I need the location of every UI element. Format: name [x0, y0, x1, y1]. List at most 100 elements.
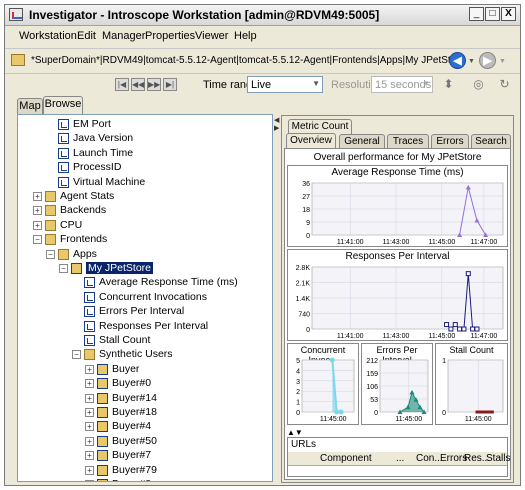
expand-icon[interactable]: + — [85, 408, 94, 417]
resolution-select[interactable]: 15 seconds ▼ — [371, 76, 433, 93]
responses-plot: 2.8K 2.1K 1.4K 740 0 11:41:00 11:43:00 11:45:00… — [296, 265, 504, 340]
urls-label: URLs — [291, 439, 317, 450]
y-tick-label: 106 — [366, 384, 378, 391]
x-tick-label: 11:45:00 — [320, 416, 347, 423]
tree-item-label: My JPetStore — [86, 262, 154, 274]
tab-map[interactable]: Map — [17, 98, 43, 114]
collapse-icon[interactable]: − — [33, 235, 42, 245]
forward-button[interactable]: ▶ — [479, 52, 496, 69]
back-button[interactable]: ◀ — [449, 52, 466, 69]
collapse-icon[interactable]: − — [72, 350, 81, 360]
tree-item-label: Buyer#4 — [112, 420, 152, 433]
menu-workstation[interactable]: Workstation — [19, 30, 77, 42]
minimize-button[interactable]: _ — [469, 7, 484, 21]
location-field[interactable]: *SuperDomain*|RDVM49|tomcat-5.5.12-Agent… — [9, 52, 465, 70]
y-tick-label: 9 — [306, 220, 310, 227]
folder-icon — [84, 349, 95, 361]
time-range-select[interactable]: Live ▼ — [247, 76, 323, 93]
splitter-arrows-icon[interactable]: ▲▼ — [287, 428, 303, 437]
expand-icon[interactable]: + — [85, 364, 94, 374]
data-point — [465, 271, 471, 277]
collapse-icon[interactable]: − — [46, 249, 55, 259]
col-stalls[interactable]: Stalls — [486, 453, 510, 464]
close-button[interactable]: X — [501, 7, 516, 21]
tree-item-label: Responses Per Interval — [99, 319, 209, 332]
concurrent-chart: Concurrent Invoc... 54321011:45:00 — [287, 343, 359, 425]
back-dropdown-icon[interactable]: ▼ — [468, 58, 475, 65]
chevron-down-icon: ▼ — [312, 79, 320, 88]
expand-icon[interactable]: + — [33, 206, 42, 216]
forward-dropdown-icon[interactable]: ▼ — [499, 58, 506, 65]
tab-traces[interactable]: Traces — [387, 134, 429, 148]
col-component[interactable]: Component — [320, 453, 372, 464]
next-button[interactable]: ▶▶ — [147, 78, 161, 91]
splitter-arrows-icon[interactable]: ◀ ▶ — [274, 117, 279, 133]
expand-icon[interactable]: + — [85, 480, 94, 481]
folder-icon — [45, 191, 56, 202]
expand-icon[interactable]: + — [85, 393, 94, 403]
previous-button[interactable]: ◀◀ — [131, 78, 145, 91]
menu-manager[interactable]: Manager — [102, 30, 145, 42]
investigator-window: Investigator - Introscope Workstation [a… — [4, 4, 521, 486]
data-point — [338, 409, 344, 415]
menu-viewer[interactable]: Viewer — [195, 30, 228, 42]
metric-icon — [84, 335, 95, 346]
filter-icon[interactable]: ⬍ — [441, 77, 456, 92]
y-tick-label: 18 — [302, 207, 310, 214]
y-tick-label: 2.1K — [296, 281, 311, 288]
expand-icon[interactable]: + — [85, 465, 94, 475]
tree-item-label: Average Response Time (ms) — [99, 276, 238, 289]
metric-icon — [84, 291, 95, 303]
tab-errors[interactable]: Errors — [431, 134, 469, 148]
metric-icon — [84, 320, 95, 332]
tab-general[interactable]: General — [339, 134, 385, 148]
tab-search[interactable]: Search — [471, 134, 511, 148]
collapse-icon[interactable]: − — [59, 264, 68, 273]
tab-browse[interactable]: Browse — [43, 96, 83, 114]
tab-overview[interactable]: Overview — [286, 133, 336, 148]
col-concurrent[interactable]: Con... — [416, 453, 443, 464]
tree-item-label: Buyer#8 — [112, 478, 151, 481]
x-tick-label: 11:43:00 — [383, 239, 410, 246]
tree-item-label: Java Version — [73, 132, 134, 145]
y-tick-label: 3 — [296, 379, 300, 386]
concurrent-plot: 5 4 3 2 1 0 11:45:00 — [296, 357, 355, 423]
metric-icon — [58, 133, 69, 145]
data-point — [329, 357, 335, 363]
tab-metric-count[interactable]: Metric Count — [288, 119, 352, 134]
node-icon — [97, 407, 108, 418]
data-point — [452, 322, 458, 328]
maximize-button[interactable]: □ — [485, 7, 500, 21]
x-tick-label: 11:47:00 — [471, 239, 498, 246]
node-icon — [97, 421, 108, 433]
tree-item-label: Backends — [60, 204, 107, 217]
errors-plot: 212 159 106 53 0 11:45:00 — [366, 358, 429, 423]
data-point — [470, 326, 476, 332]
expand-icon[interactable]: + — [85, 436, 94, 446]
menu-bar: Workstation Edit Manager Properties View… — [5, 26, 520, 46]
last-button[interactable]: ▶| — [163, 78, 177, 91]
y-tick-label: 1.4K — [296, 296, 311, 303]
browse-tree: EM Port Java Version Launch Time ProcessID V… — [17, 114, 273, 482]
node-icon — [97, 450, 108, 462]
expand-icon[interactable]: + — [85, 422, 94, 432]
node-icon — [97, 392, 108, 404]
node-icon — [97, 363, 108, 375]
y-tick-label: 1 — [296, 400, 300, 407]
y-tick-label: 0 — [374, 410, 378, 417]
menu-help[interactable]: Help — [234, 30, 257, 42]
col-more[interactable]: ... — [396, 453, 404, 464]
data-point — [444, 322, 450, 328]
expand-icon[interactable]: + — [33, 220, 42, 230]
menu-edit[interactable]: Edit — [77, 30, 96, 42]
expand-icon[interactable]: + — [85, 451, 94, 461]
camera-icon[interactable]: ◎ — [471, 77, 486, 92]
first-button[interactable]: |◀ — [115, 78, 129, 91]
expand-icon[interactable]: + — [33, 192, 42, 201]
avg-response-plot: 36 27 18 9 0 11:41:00 11:43:00 11:45:00 11:47:00 — [302, 181, 504, 246]
refresh-icon[interactable]: ↻ — [497, 77, 512, 92]
urls-table-header: Component ... Con... Errors Res... Stall… — [288, 452, 510, 466]
x-tick-label: 11:45:00 — [465, 416, 492, 423]
menu-properties[interactable]: Properties — [145, 30, 195, 42]
expand-icon[interactable]: + — [85, 379, 94, 389]
